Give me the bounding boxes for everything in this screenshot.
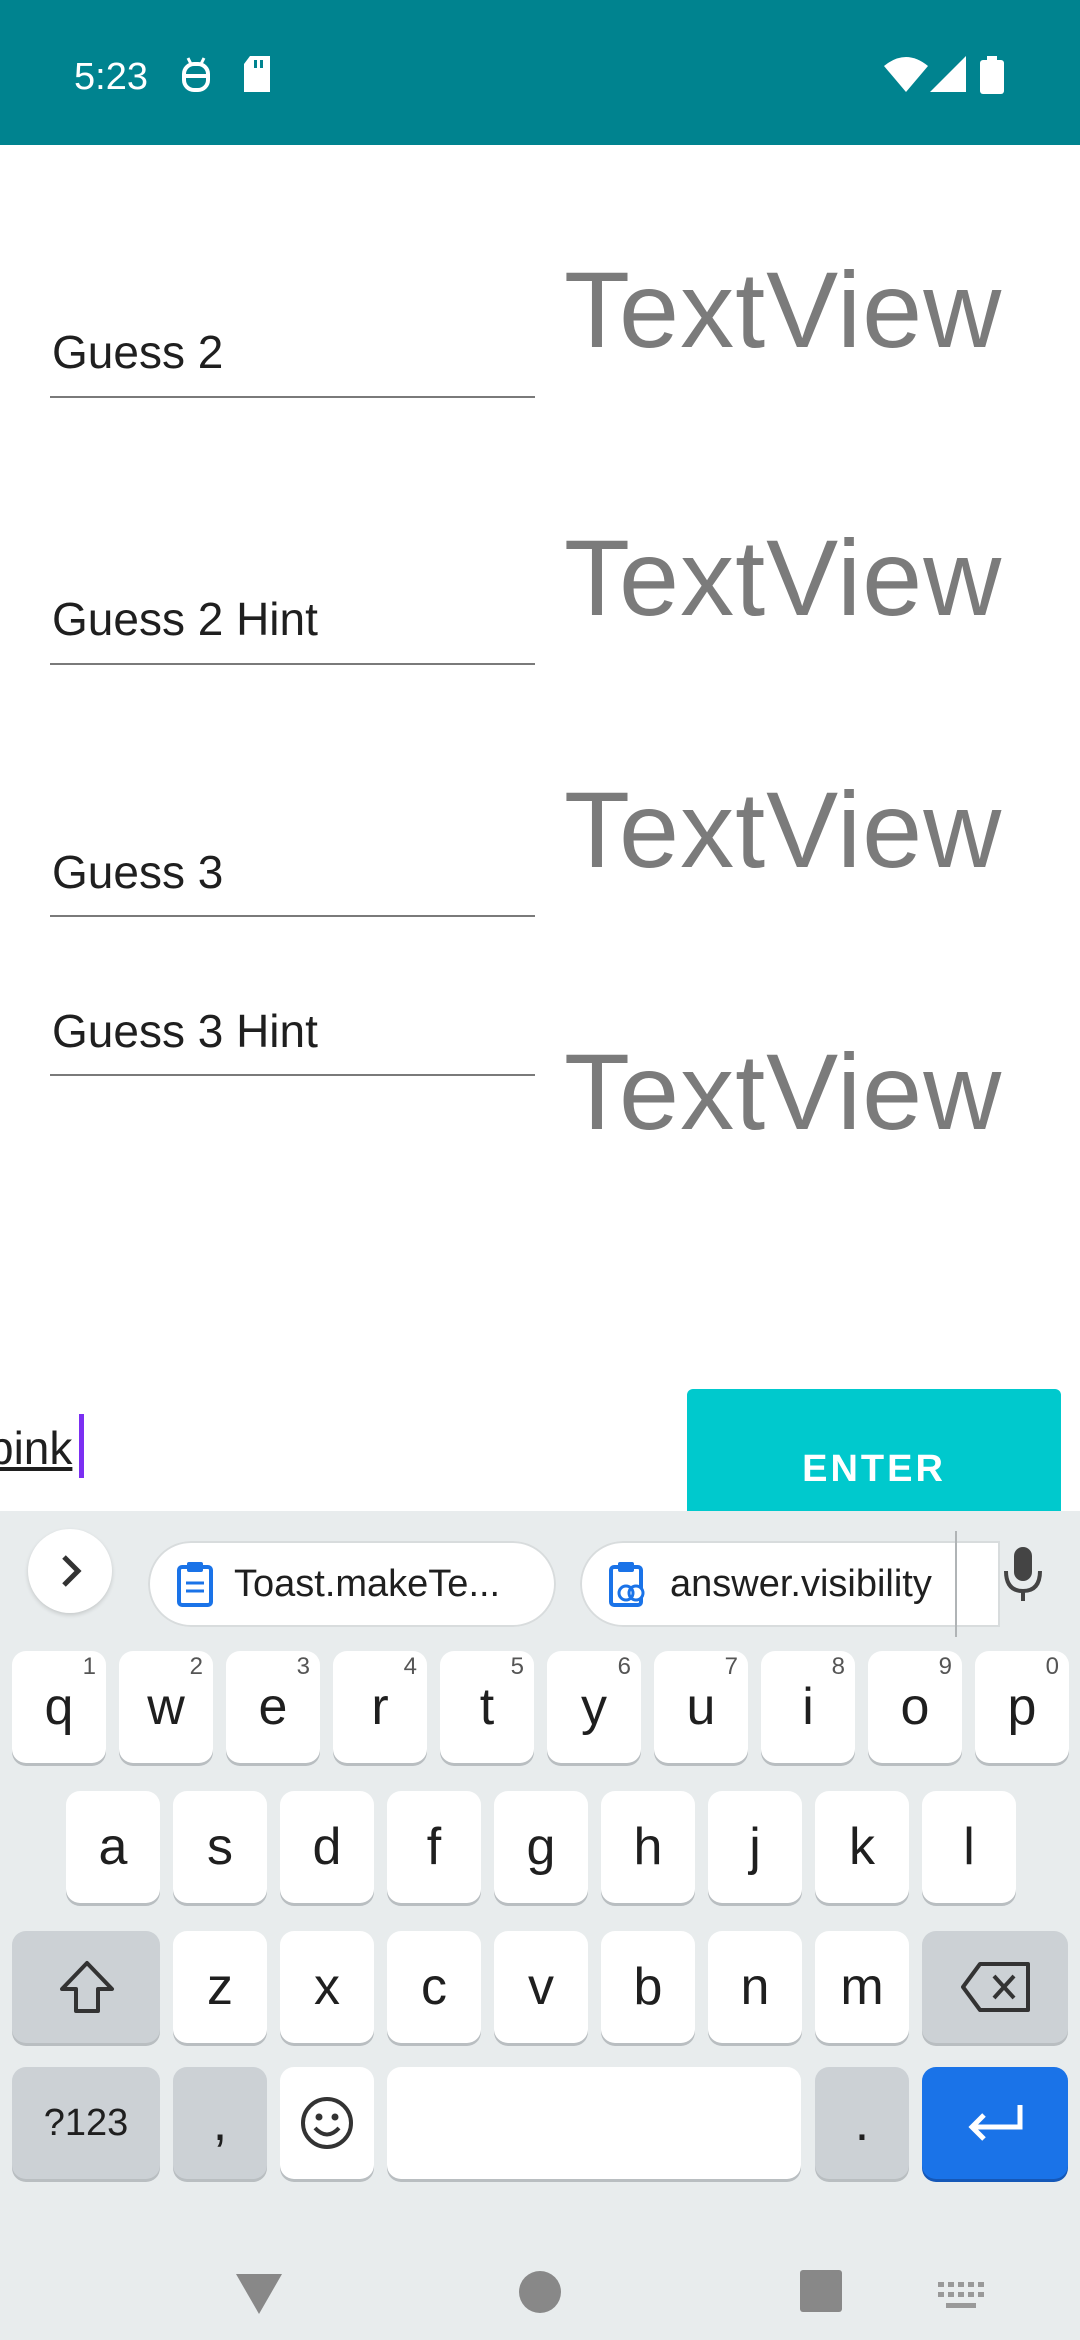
emoji-key[interactable]: [280, 2067, 374, 2179]
key-r[interactable]: r4: [333, 1651, 427, 1763]
back-triangle-icon[interactable]: [234, 2272, 284, 2316]
home-circle-icon[interactable]: [518, 2270, 562, 2314]
key-u[interactable]: u7: [654, 1651, 748, 1763]
key-d[interactable]: d: [280, 1791, 374, 1903]
key-z[interactable]: z: [173, 1931, 267, 2043]
sd-card-icon: [242, 56, 272, 97]
backspace-icon: [961, 1962, 1030, 2012]
key-j[interactable]: j: [708, 1791, 802, 1903]
microphone-icon[interactable]: [998, 1541, 1048, 1611]
enter-button-label: ENTER: [802, 1448, 946, 1490]
navigation-bar: [0, 2190, 1080, 2340]
text-view-4: TextView: [564, 1031, 1003, 1152]
signal-icon: [930, 56, 966, 97]
symbols-key[interactable]: ?123: [12, 2067, 160, 2179]
key-b[interactable]: b: [601, 1931, 695, 2043]
chevron-right-icon: [62, 1555, 82, 1587]
guess-3-hint-field[interactable]: Guess 3 Hint: [52, 1003, 318, 1059]
text-view-1: TextView: [564, 249, 1003, 370]
clipboard-suggestion-1[interactable]: Toast.makeTe...: [148, 1541, 556, 1627]
key-n[interactable]: n: [708, 1931, 802, 2043]
status-bar: 5:23: [0, 0, 1080, 145]
space-bar[interactable]: [387, 2067, 801, 2179]
key-v[interactable]: v: [494, 1931, 588, 2043]
answer-input-value: pink: [0, 1422, 73, 1474]
backspace-key[interactable]: [922, 1931, 1068, 2043]
key-e[interactable]: e3: [226, 1651, 320, 1763]
keyboard-switch-icon[interactable]: [938, 2282, 986, 2310]
guess-3-field[interactable]: Guess 3: [52, 844, 223, 900]
key-m[interactable]: m: [815, 1931, 909, 2043]
text-cursor: [79, 1414, 84, 1478]
key-i[interactable]: i8: [761, 1651, 855, 1763]
enter-arrow-icon: [968, 2105, 1023, 2141]
key-g[interactable]: g: [494, 1791, 588, 1903]
guess-2-underline: [50, 396, 535, 398]
key-h[interactable]: h: [601, 1791, 695, 1903]
recents-square-icon[interactable]: [800, 2270, 842, 2312]
shift-icon: [60, 1961, 114, 2013]
clipboard-icon: [177, 1562, 213, 1607]
answer-input[interactable]: pink: [0, 1380, 680, 1510]
key-w[interactable]: w2: [119, 1651, 213, 1763]
key-o[interactable]: o9: [868, 1651, 962, 1763]
key-c[interactable]: c: [387, 1931, 481, 2043]
guess-2-hint-field[interactable]: Guess 2 Hint: [52, 591, 318, 647]
suggestion-divider: [955, 1531, 957, 1637]
status-time: 5:23: [74, 56, 148, 98]
text-view-3: TextView: [564, 769, 1003, 890]
wifi-icon: [884, 56, 928, 97]
keyboard-enter-key[interactable]: [922, 2067, 1068, 2179]
enter-button[interactable]: ENTER: [687, 1389, 1061, 1519]
key-t[interactable]: t5: [440, 1651, 534, 1763]
clipboard-suggestion-2[interactable]: answer.visibility: [580, 1541, 1000, 1627]
comma-key[interactable]: ,: [173, 2067, 267, 2179]
key-f[interactable]: f: [387, 1791, 481, 1903]
battery-icon: [980, 56, 1004, 99]
guess-3-underline: [50, 915, 535, 917]
key-s[interactable]: s: [173, 1791, 267, 1903]
expand-toolbar-button[interactable]: [28, 1529, 112, 1613]
guess-2-field[interactable]: Guess 2: [52, 324, 223, 380]
key-p[interactable]: p0: [975, 1651, 1069, 1763]
key-y[interactable]: y6: [547, 1651, 641, 1763]
key-x[interactable]: x: [280, 1931, 374, 2043]
emoji-icon: [301, 2097, 353, 2149]
clipboard-link-icon: [609, 1562, 645, 1607]
key-l[interactable]: l: [922, 1791, 1016, 1903]
android-robot-icon: [180, 56, 212, 99]
period-key[interactable]: .: [815, 2067, 909, 2179]
guess-3-hint-underline: [50, 1074, 535, 1076]
key-q[interactable]: q1: [12, 1651, 106, 1763]
text-view-2: TextView: [564, 517, 1003, 638]
key-k[interactable]: k: [815, 1791, 909, 1903]
guess-2-hint-underline: [50, 663, 535, 665]
shift-key[interactable]: [12, 1931, 160, 2043]
key-a[interactable]: a: [66, 1791, 160, 1903]
